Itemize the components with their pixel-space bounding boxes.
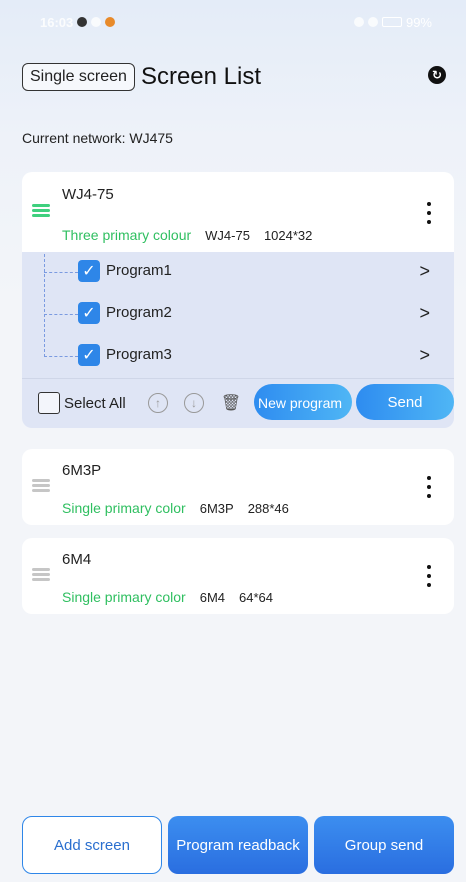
screen-info: Single primary color 6M3P 288*46 xyxy=(62,500,289,516)
program-name: Program1 xyxy=(106,262,172,279)
tree-connector xyxy=(44,314,78,315)
screen-card[interactable]: WJ4-75 Three primary colour WJ4-75 1024*… xyxy=(22,172,454,252)
led-screen-icon xyxy=(32,568,50,584)
status-bar: 16:03 99% xyxy=(0,0,466,44)
screen-resolution: 288*46 xyxy=(247,501,289,516)
screen-card[interactable]: 6M3P Single primary color 6M3P 288*46 xyxy=(22,449,454,525)
program-list-panel: ✓ Program1 > ✓ Program2 > ✓ Program3 > S… xyxy=(22,252,454,428)
program-name: Program3 xyxy=(106,346,172,363)
program-item[interactable]: ✓ Program3 > xyxy=(22,336,454,376)
screen-info: Single primary color 6M4 64*64 xyxy=(62,589,273,605)
color-type: Three primary colour xyxy=(62,227,192,243)
qq-notification-icon xyxy=(77,17,88,27)
bluetooth-icon xyxy=(353,17,364,27)
screen-card[interactable]: 6M4 Single primary color 6M4 64*64 xyxy=(22,538,454,614)
wifi-icon xyxy=(367,17,378,27)
screen-resolution: 64*64 xyxy=(239,590,273,605)
screen-model: 6M3P xyxy=(199,501,234,516)
more-vertical-icon[interactable] xyxy=(426,565,432,587)
program-readback-button[interactable]: Program readback xyxy=(168,816,308,874)
program-name: Program2 xyxy=(106,304,172,321)
chevron-right-icon[interactable]: > xyxy=(419,303,430,324)
current-network: Current network: WJ475 xyxy=(22,130,173,146)
program-item[interactable]: ✓ Program2 > xyxy=(22,294,454,334)
screen-model: WJ4-75 xyxy=(205,228,250,243)
program-item[interactable]: ✓ Program1 > xyxy=(22,252,454,292)
trash-icon[interactable]: 🗑 xyxy=(221,393,241,413)
bottom-action-bar: Add screen Program readback Group send xyxy=(22,816,454,874)
chevron-right-icon[interactable]: > xyxy=(419,345,430,366)
color-type: Single primary color xyxy=(62,589,186,605)
notification-icon xyxy=(91,17,102,27)
new-program-button[interactable]: New program xyxy=(254,384,352,420)
group-send-button[interactable]: Group send xyxy=(314,816,454,874)
arrow-down-icon[interactable]: ↓ xyxy=(184,393,204,413)
status-left: 16:03 xyxy=(40,14,116,30)
tree-connector xyxy=(44,356,78,357)
more-vertical-icon[interactable] xyxy=(426,476,432,498)
battery-level: 99% xyxy=(405,14,432,30)
led-screen-icon xyxy=(32,479,50,495)
screen-model: 6M4 xyxy=(199,590,226,605)
status-time: 16:03 xyxy=(40,14,74,30)
battery-icon xyxy=(381,17,402,27)
add-screen-button[interactable]: Add screen xyxy=(22,816,162,874)
select-all-checkbox[interactable] xyxy=(38,392,60,414)
checkbox-checked-icon[interactable]: ✓ xyxy=(78,344,100,366)
screen-name: 6M3P xyxy=(62,462,102,479)
page-title: Screen List xyxy=(140,63,262,90)
status-right: 99% xyxy=(353,14,432,30)
checkbox-checked-icon[interactable]: ✓ xyxy=(78,260,100,282)
arrow-up-icon[interactable]: ↑ xyxy=(148,393,168,413)
screen-resolution: 1024*32 xyxy=(263,228,313,243)
screen-info: Three primary colour WJ4-75 1024*32 xyxy=(62,227,312,243)
screen-name: WJ4-75 xyxy=(62,186,114,203)
screen-name: 6M4 xyxy=(62,551,92,568)
refresh-icon[interactable]: ↻ xyxy=(428,66,446,84)
send-button[interactable]: Send xyxy=(356,384,454,420)
color-type: Single primary color xyxy=(62,500,186,516)
led-screen-icon xyxy=(32,204,50,220)
header: Single screen Screen List ↻ xyxy=(22,60,446,94)
select-all-label[interactable]: Select All xyxy=(64,395,126,412)
program-toolbar: Select All ↑ ↓ 🗑 New program Send xyxy=(22,378,454,426)
tree-connector xyxy=(44,272,78,273)
chevron-right-icon[interactable]: > xyxy=(419,261,430,282)
checkbox-checked-icon[interactable]: ✓ xyxy=(78,302,100,324)
more-vertical-icon[interactable] xyxy=(426,202,432,224)
single-screen-button[interactable]: Single screen xyxy=(22,63,135,91)
weibo-notification-icon xyxy=(105,17,116,27)
